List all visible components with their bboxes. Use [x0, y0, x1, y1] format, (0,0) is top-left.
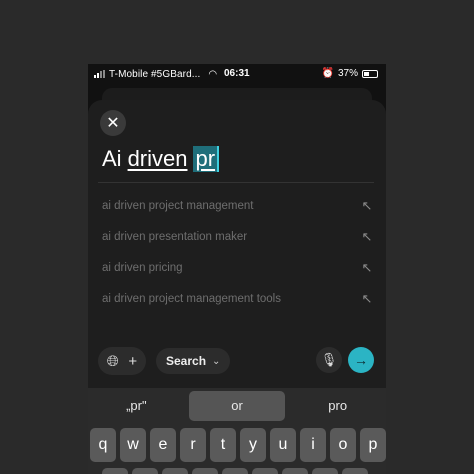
key[interactable]: o — [330, 428, 356, 462]
key[interactable] — [162, 468, 188, 474]
search-toolbar: 🌐︎ + Search ⌄ 🎙︎ → — [98, 347, 376, 375]
key[interactable] — [192, 468, 218, 474]
battery-icon — [362, 69, 378, 78]
plus-icon[interactable]: + — [128, 353, 137, 370]
suggestion-text: ai driven pricing — [102, 262, 183, 274]
key[interactable]: e — [150, 428, 176, 462]
search-input[interactable]: Ai driven pr — [102, 146, 220, 172]
status-bar: T-Mobile #5GBard... ◠ 06:31 ⏰ 37% — [88, 64, 386, 84]
battery-percent: 37% — [337, 68, 358, 79]
suggestion-text: ai driven presentation maker — [102, 231, 248, 243]
fill-arrow-icon[interactable]: ↖ — [360, 260, 374, 276]
status-right: ⏰ 37% — [322, 68, 378, 79]
alarm-icon: ⏰ — [321, 68, 334, 79]
key-row-1: q w e r t y u i o p — [90, 428, 386, 462]
arrow-right-icon: → — [354, 352, 368, 368]
prediction-item[interactable]: or — [188, 391, 286, 421]
signal-icon — [94, 70, 105, 78]
key[interactable] — [342, 468, 368, 474]
microphone-icon: 🎙︎ — [320, 352, 338, 367]
chevron-down-icon: ⌄ — [212, 355, 221, 367]
attach-group: 🌐︎ + — [98, 347, 146, 375]
wifi-icon: ◠ — [208, 68, 218, 80]
suggestion-item[interactable]: ai driven project management ↖ — [102, 196, 374, 216]
key[interactable]: y — [240, 428, 266, 462]
close-button[interactable]: ✕ — [100, 110, 126, 136]
submit-button[interactable]: → — [348, 347, 374, 373]
carrier-name: T-Mobile #5GBard... — [109, 68, 201, 80]
key[interactable] — [312, 468, 338, 474]
key[interactable]: q — [90, 428, 116, 462]
key[interactable] — [132, 468, 158, 474]
key[interactable]: u — [270, 428, 296, 462]
key[interactable] — [252, 468, 278, 474]
suggestion-text: ai driven project management tools — [102, 293, 281, 305]
key[interactable]: r — [180, 428, 206, 462]
key[interactable]: w — [120, 428, 146, 462]
search-sheet: ✕ Ai driven pr ai driven project managem… — [88, 100, 386, 400]
keyboard: „pr" or pro q w e r t y u i o p — [88, 388, 386, 474]
suggestion-text: ai driven project management — [102, 200, 254, 212]
prediction-item[interactable]: pro — [289, 391, 386, 421]
key[interactable] — [222, 468, 248, 474]
key[interactable]: t — [210, 428, 236, 462]
key[interactable] — [282, 468, 308, 474]
prediction-bar: „pr" or pro — [88, 390, 386, 422]
suggestion-item[interactable]: ai driven project management tools ↖ — [102, 289, 374, 309]
close-icon: ✕ — [106, 115, 120, 132]
fill-arrow-icon[interactable]: ↖ — [360, 229, 374, 245]
clock: 06:31 — [224, 68, 250, 79]
key[interactable]: p — [360, 428, 386, 462]
search-mode-button[interactable]: Search ⌄ — [156, 348, 231, 374]
fill-arrow-icon[interactable]: ↖ — [360, 198, 374, 214]
fill-arrow-icon[interactable]: ↖ — [360, 291, 374, 307]
key[interactable]: i — [300, 428, 326, 462]
microphone-button[interactable]: 🎙︎ — [316, 347, 342, 373]
search-mode-label: Search — [166, 354, 207, 368]
suggestion-item[interactable]: ai driven presentation maker ↖ — [102, 227, 374, 247]
phone-screen: T-Mobile #5GBard... ◠ 06:31 ⏰ 37% ✕ Ai d… — [88, 64, 386, 474]
query-word: Ai — [102, 146, 122, 171]
globe-icon[interactable]: 🌐︎ — [107, 353, 119, 370]
query-selected-word: pr — [193, 146, 220, 172]
key-row-2 — [102, 468, 382, 474]
key[interactable] — [102, 468, 128, 474]
suggestion-item[interactable]: ai driven pricing ↖ — [102, 258, 374, 278]
prediction-item[interactable]: „pr" — [88, 391, 185, 421]
query-word: driven — [127, 146, 188, 171]
divider — [98, 182, 374, 183]
